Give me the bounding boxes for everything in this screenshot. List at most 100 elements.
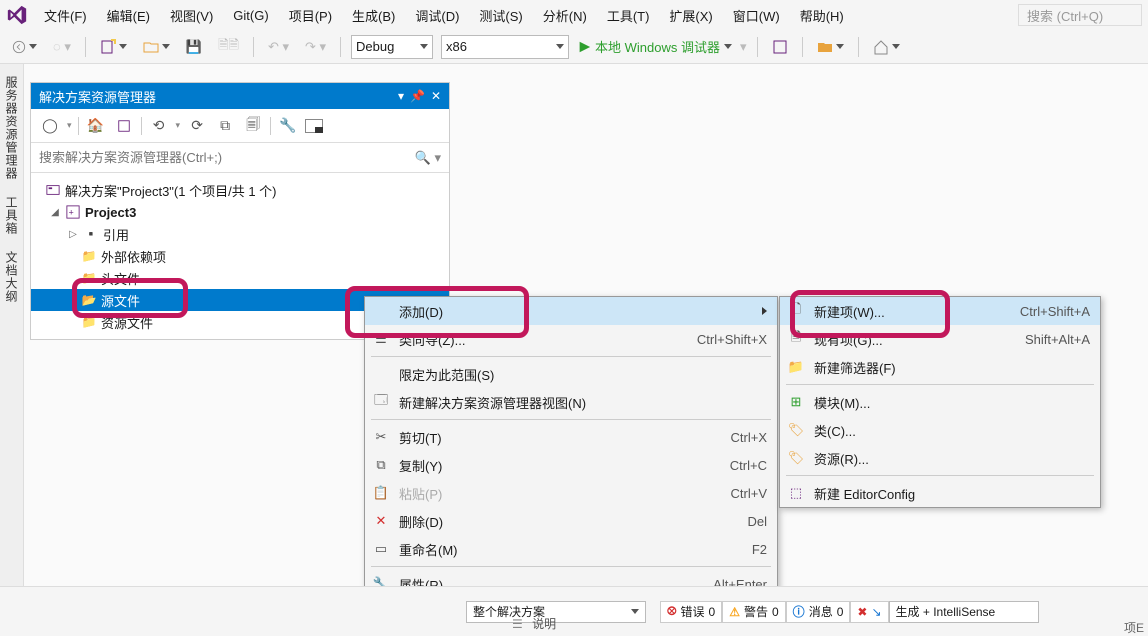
ctx-module[interactable]: ⊞ 模块(M)... xyxy=(780,388,1100,416)
ctx-cut[interactable]: ✂ 剪切(T) Ctrl+X xyxy=(365,423,777,451)
ctx-class-wizard[interactable]: ☰ 类向导(Z)... Ctrl+Shift+X xyxy=(365,325,777,353)
ctx-resource[interactable]: 🏷 资源(R)... xyxy=(780,444,1100,472)
ctx-paste-label: 粘贴(P) xyxy=(399,484,699,503)
errors-label: 错误 xyxy=(681,603,705,620)
menu-debug[interactable]: 调试(D) xyxy=(411,4,463,27)
description-header: ☰ 说明 xyxy=(512,615,556,632)
error-icon: ⮾ xyxy=(667,604,677,619)
ctx-copy[interactable]: ⧉ 复制(Y) Ctrl+C xyxy=(365,451,777,479)
filter-clear-icon: ✖ xyxy=(857,605,867,619)
ctx-class-wizard-label: 类向导(Z)... xyxy=(399,330,665,349)
ctx-delete-label: 删除(D) xyxy=(399,512,715,531)
open-button[interactable] xyxy=(139,34,174,60)
tree-root-solution[interactable]: 解决方案"Project3"(1 个项目/共 1 个) xyxy=(31,179,449,201)
new-item-button[interactable] xyxy=(96,34,131,60)
ctx-existing-item[interactable]: 🗎 现有项(G)... Shift+Alt+A xyxy=(780,325,1100,353)
menu-build[interactable]: 生成(B) xyxy=(348,4,399,27)
panel-pin-button[interactable]: 📌 xyxy=(410,89,425,103)
nav-fwd-button[interactable]: ◌ ▾ xyxy=(49,34,75,60)
errors-chip[interactable]: ⮾ 错误 0 xyxy=(660,601,722,623)
tree-headers[interactable]: 📁 头文件 xyxy=(31,267,449,289)
menu-extensions[interactable]: 扩展(X) xyxy=(665,4,716,27)
tab-server-explorer[interactable]: 服务器资源管理器 xyxy=(1,72,22,184)
menu-view[interactable]: 视图(V) xyxy=(166,4,217,27)
nav-back-button[interactable] xyxy=(8,34,41,60)
blank-icon xyxy=(371,364,391,384)
se-home-button[interactable]: 🏠 xyxy=(85,115,107,137)
rename-icon: ▭ xyxy=(371,539,391,559)
messages-chip[interactable]: ⓘ 消息 0 xyxy=(786,601,851,623)
menu-analyze[interactable]: 分析(N) xyxy=(539,4,591,27)
ctx-new-view[interactable]: 🗔 新建解决方案资源管理器视图(N) xyxy=(365,388,777,416)
ctx-rename[interactable]: ▭ 重命名(M) F2 xyxy=(365,535,777,563)
expand-icon[interactable]: ◢ xyxy=(49,206,61,218)
solution-explorer-toolbar: ◯▾ 🏠 ⟲▾ ⟳ ⧉ 🗐 🔧 xyxy=(31,109,449,143)
se-sync-button[interactable]: ⟲ xyxy=(148,115,170,137)
search-icon[interactable]: 🔍 ▾ xyxy=(415,150,441,166)
home-button[interactable] xyxy=(869,34,904,60)
se-properties-button[interactable]: 🔧 xyxy=(277,115,299,137)
platform-select[interactable]: x86 xyxy=(441,35,569,59)
delete-icon: ✕ xyxy=(371,511,391,531)
config-select[interactable]: Debug xyxy=(351,35,433,59)
solution-explorer-search-row: 🔍 ▾ xyxy=(31,143,449,173)
source-select[interactable]: 生成 + IntelliSense xyxy=(889,601,1039,623)
ctx-new-filter[interactable]: 📁 新建筛选器(F) xyxy=(780,353,1100,381)
undo-button[interactable]: ↶ ▾ xyxy=(264,34,293,60)
messages-count: 0 xyxy=(837,605,844,619)
warnings-chip[interactable]: ⚠ 警告 0 xyxy=(722,601,785,623)
se-preview-button[interactable] xyxy=(305,119,323,133)
tree-project-label: Project3 xyxy=(85,205,136,220)
menu-file[interactable]: 文件(F) xyxy=(40,4,91,27)
source-select-label: 生成 + IntelliSense xyxy=(896,603,996,620)
se-switcher-button[interactable] xyxy=(113,115,135,137)
menu-help[interactable]: 帮助(H) xyxy=(796,4,848,27)
ctx-scope[interactable]: 限定为此范围(S) xyxy=(365,360,777,388)
tab-doc-outline[interactable]: 文档大纲 xyxy=(1,247,22,307)
find-in-files-button[interactable] xyxy=(768,34,792,60)
clear-filter-chip[interactable]: ✖↘ xyxy=(850,601,888,623)
se-refresh-button[interactable]: ⟳ xyxy=(186,115,208,137)
tree-references[interactable]: ▷ ▪️ 引用 xyxy=(31,223,449,245)
ctx-existing-item-label: 现有项(G)... xyxy=(814,330,993,349)
ctx-class-wizard-sc: Ctrl+Shift+X xyxy=(697,332,767,347)
ctx-existing-item-sc: Shift+Alt+A xyxy=(1025,332,1090,347)
ctx-class[interactable]: 🏷 类(C)... xyxy=(780,416,1100,444)
global-search-input[interactable]: 搜索 (Ctrl+Q) xyxy=(1018,4,1142,26)
se-back-button[interactable]: ◯ xyxy=(39,115,61,137)
ctx-new-item[interactable]: 🗋 新建项(W)... Ctrl+Shift+A xyxy=(780,297,1100,325)
start-debug-button[interactable]: 本地 Windows 调试器 xyxy=(577,37,732,56)
left-tool-tabs: 服务器资源管理器 工具箱 文档大纲 xyxy=(0,64,24,604)
se-show-all-button[interactable]: 🗐 xyxy=(242,115,264,137)
menu-window[interactable]: 窗口(W) xyxy=(729,4,784,27)
config-icon: ⬚ xyxy=(786,483,806,503)
menu-edit[interactable]: 编辑(E) xyxy=(103,4,154,27)
search-placeholder: 搜索 (Ctrl+Q) xyxy=(1027,6,1103,25)
folder-icon: 📁 xyxy=(81,248,97,264)
tree-extdeps-label: 外部依赖项 xyxy=(101,247,166,266)
folder-view-button[interactable] xyxy=(813,34,848,60)
ctx-add[interactable]: 添加(D) xyxy=(365,297,777,325)
svg-text:+: + xyxy=(69,208,74,218)
ctx-delete[interactable]: ✕ 删除(D) Del xyxy=(365,507,777,535)
save-button[interactable]: 💾 xyxy=(182,34,206,60)
se-collapse-button[interactable]: ⧉ xyxy=(214,115,236,137)
ctx-editorconfig[interactable]: ⬚ 新建 EditorConfig xyxy=(780,479,1100,507)
ctx-editorconfig-label: 新建 EditorConfig xyxy=(814,484,1090,503)
redo-button[interactable]: ↷ ▾ xyxy=(301,34,330,60)
panel-dropdown-button[interactable]: ▾ xyxy=(398,89,404,103)
tab-toolbox[interactable]: 工具箱 xyxy=(1,192,22,239)
panel-close-button[interactable]: ✕ xyxy=(431,89,441,103)
platform-select-label: x86 xyxy=(446,39,467,54)
menu-test[interactable]: 测试(S) xyxy=(475,4,526,27)
tree-external-deps[interactable]: 📁 外部依赖项 xyxy=(31,245,449,267)
menu-tools[interactable]: 工具(T) xyxy=(603,4,654,27)
paste-icon: 📋 xyxy=(371,483,391,503)
menu-project[interactable]: 项目(P) xyxy=(285,4,336,27)
tree-project[interactable]: ◢ + Project3 xyxy=(31,201,449,223)
solution-explorer-search-input[interactable] xyxy=(39,150,415,165)
expand-icon[interactable]: ▷ xyxy=(67,228,79,240)
save-all-button[interactable]: 🗎🗎 xyxy=(214,34,243,60)
menu-git[interactable]: Git(G) xyxy=(229,6,272,25)
ctx-add-label: 添加(D) xyxy=(399,302,748,321)
